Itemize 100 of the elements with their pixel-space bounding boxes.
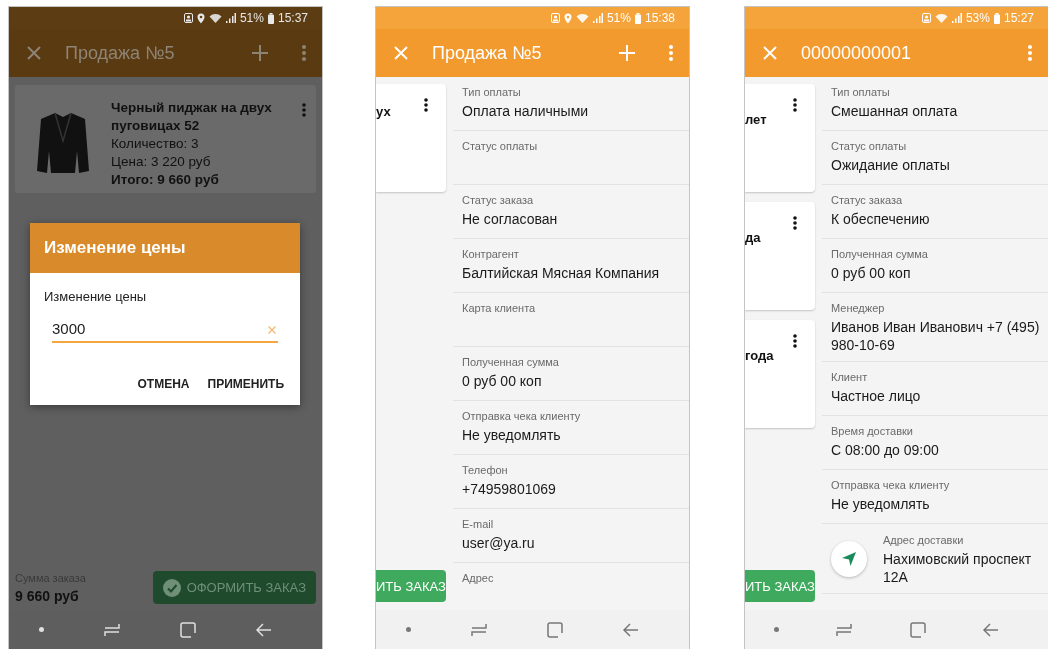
battery-icon — [634, 12, 641, 24]
dialog-title: Изменение цены — [30, 223, 300, 273]
product-card[interactable]: да — [745, 202, 815, 310]
product-card[interactable]: года — [745, 320, 815, 428]
field-label: Контрагент — [462, 247, 520, 261]
field-value: Ожидание оплаты — [831, 156, 951, 174]
field-label: Адрес доставки — [883, 532, 965, 547]
dot-icon[interactable] — [406, 627, 411, 632]
back-icon[interactable] — [983, 622, 1000, 637]
signal-icon — [225, 13, 236, 23]
field-label: Полученная сумма — [831, 247, 929, 261]
recent-apps-icon[interactable] — [836, 622, 853, 637]
navigation-icon[interactable] — [831, 541, 867, 577]
field-value: Смешанная оплата — [831, 102, 959, 120]
battery-percent: 51% — [239, 11, 264, 25]
form-field[interactable]: Статус заказа Не согласован — [453, 185, 689, 239]
screen-title: Продажа №5 — [432, 42, 543, 64]
form-field[interactable]: Клиент Частное лицо — [822, 362, 1048, 416]
back-icon[interactable] — [623, 622, 639, 637]
form-field[interactable]: Телефон +74959801069 — [453, 455, 689, 509]
form-field[interactable]: Время доставки С 08:00 до 09:00 — [822, 416, 1048, 470]
dialog-button[interactable]: ПРИМЕНИТЬ — [205, 373, 286, 395]
battery-icon — [267, 12, 274, 24]
field-label: Статус оплаты — [462, 139, 539, 153]
add-icon[interactable] — [252, 45, 268, 61]
form-field[interactable]: Карта клиента — [453, 293, 689, 347]
field-value: Оплата наличными — [462, 102, 590, 120]
product-card[interactable]: лет — [745, 84, 815, 192]
field-label: Телефон — [462, 463, 509, 477]
recent-apps-icon[interactable] — [471, 622, 487, 637]
field-label: Статус заказа — [831, 193, 904, 207]
form-field[interactable]: Контрагент Балтийская Мясная Компания — [453, 239, 689, 293]
product-name: года — [745, 348, 774, 363]
dialog-button[interactable]: ОТМЕНА — [135, 373, 192, 395]
field-label: Адрес — [462, 571, 495, 585]
location-icon — [563, 12, 572, 24]
clock-time: 15:27 — [1003, 11, 1034, 25]
screen-title: Продажа №5 — [65, 42, 176, 64]
form-field[interactable]: Полученная сумма 0 руб 00 коп — [822, 239, 1048, 293]
field-value: Нахимовский проспект 12А — [883, 549, 1033, 586]
product-name: лет — [745, 112, 767, 127]
field-label: Тип оплаты — [462, 85, 522, 99]
field-value: 0 руб 00 коп — [462, 372, 543, 390]
form-field[interactable]: Полученная сумма 0 руб 00 коп — [453, 347, 689, 401]
check-circle-icon — [162, 578, 181, 597]
location-icon — [196, 12, 205, 24]
field-label: Полученная сумма — [462, 355, 560, 369]
form-field[interactable]: Менеджер Иванов Иван Иванович +7 (495) 980-10-69 — [822, 293, 1048, 362]
dot-icon[interactable] — [773, 627, 779, 632]
price-input-field[interactable]: 3000 — [52, 318, 278, 343]
field-value: Не уведомлять — [831, 495, 931, 513]
field-label: Карта клиента — [462, 301, 537, 315]
product-name: ух — [376, 104, 391, 119]
notification-icon — [921, 13, 931, 23]
form-field[interactable]: E-mail user@ya.ru — [453, 509, 689, 563]
more-icon[interactable] — [424, 98, 428, 112]
signal-icon — [951, 13, 962, 23]
field-value: 0 руб 00 коп — [831, 264, 912, 282]
form-field[interactable]: Статус оплаты — [453, 131, 689, 185]
menu-icon[interactable] — [669, 45, 673, 61]
clear-icon[interactable] — [268, 326, 276, 334]
field-value: user@ya.ru — [462, 534, 536, 552]
more-icon[interactable] — [793, 216, 797, 230]
menu-icon[interactable] — [302, 45, 306, 61]
field-value: К обеспечению — [831, 210, 931, 228]
menu-icon[interactable] — [1028, 45, 1032, 61]
form-field[interactable]: Статус заказа К обеспечению — [822, 185, 1048, 239]
more-icon[interactable] — [793, 98, 797, 112]
close-icon[interactable] — [27, 46, 41, 60]
product-card[interactable]: ух — [376, 84, 446, 192]
field-label: Изменение цены — [44, 289, 148, 304]
product-quantity: Количество: 3 — [111, 135, 200, 153]
product-total: Итого: 9 660 руб — [111, 171, 220, 189]
wifi-icon — [575, 13, 589, 23]
home-icon[interactable] — [909, 621, 926, 638]
field-value: Не уведомлять — [462, 426, 562, 444]
field-label: Статус заказа — [462, 193, 535, 207]
field-label: Отправка чека клиенту — [462, 409, 582, 423]
wifi-icon — [934, 13, 948, 23]
field-value: Балтийская Мясная Компания — [462, 264, 661, 282]
product-name: Черный пиджак на двух пуговицах 52 — [111, 99, 273, 135]
field-label: Клиент — [831, 370, 869, 384]
field-value: С 08:00 до 09:00 — [831, 441, 940, 459]
notification-icon — [550, 13, 560, 23]
form-field[interactable]: Тип оплаты Оплата наличными — [453, 77, 689, 131]
home-icon[interactable] — [547, 621, 563, 638]
dot-icon[interactable] — [39, 627, 44, 632]
field-label: Тип оплаты — [831, 85, 891, 99]
more-icon[interactable] — [793, 334, 797, 348]
form-field[interactable]: Отправка чека клиенту Не уведомлять — [822, 470, 1048, 524]
order-sum-value: 9 660 руб — [15, 587, 80, 604]
form-field[interactable]: Тип оплаты Смешанная оплата — [822, 77, 1048, 131]
product-card[interactable]: Черный пиджак на двух пуговицах 52 Количество: 3 Цена: 3 220 руб Итого: 9 660 руб — [15, 85, 316, 193]
notification-icon — [183, 13, 193, 23]
form-field[interactable]: Отправка чека клиенту Не уведомлять — [453, 401, 689, 455]
field-value: Иванов Иван Иванович +7 (495) 980-10-69 — [831, 318, 1040, 354]
form-field[interactable]: Адрес доставки Нахимовский проспект 12А — [822, 524, 1048, 594]
form-field[interactable]: Статус оплаты Ожидание оплаты — [822, 131, 1048, 185]
battery-percent: 53% — [965, 11, 990, 25]
product-name: да — [745, 230, 761, 245]
